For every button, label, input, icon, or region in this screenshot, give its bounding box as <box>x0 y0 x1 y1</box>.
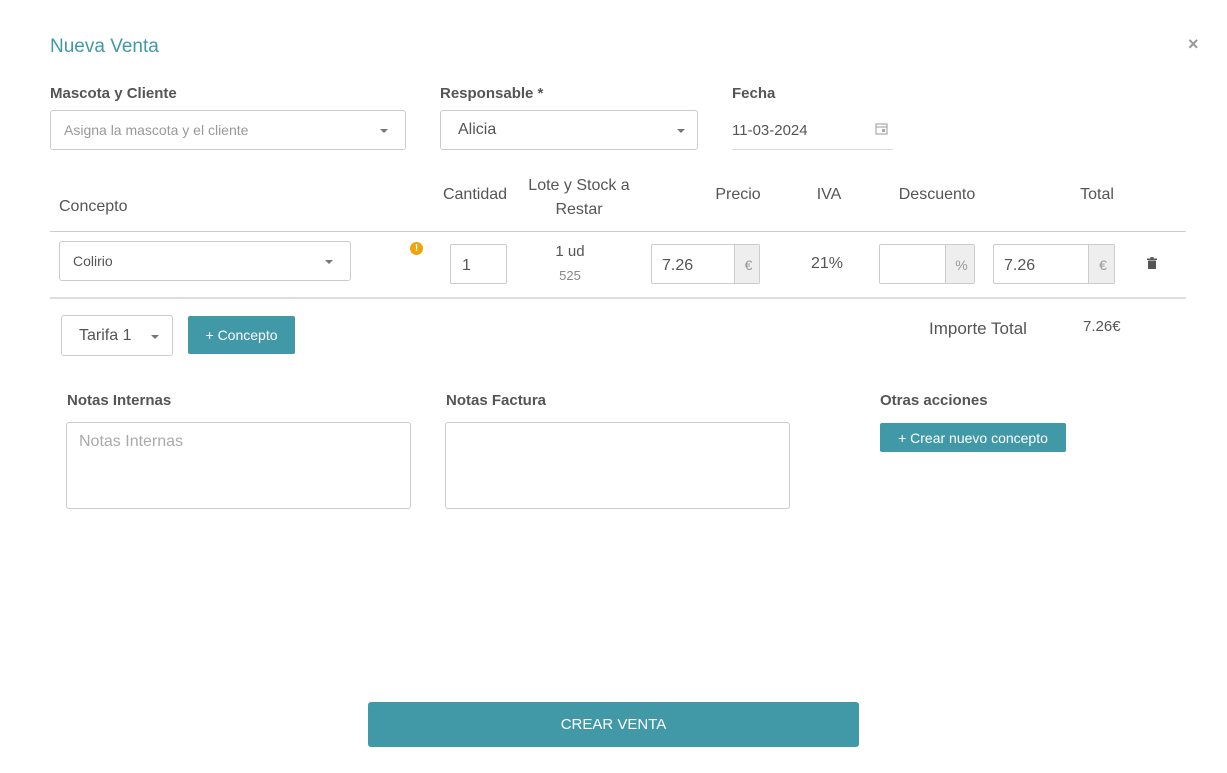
price-input[interactable]: 7.26 € <box>651 244 760 284</box>
header-vat: IVA <box>816 186 842 203</box>
chevron-down-icon <box>677 129 685 133</box>
tariff-value: Tarifa 1 <box>79 326 132 344</box>
client-placeholder: Asigna la mascota y el cliente <box>64 122 249 138</box>
price-value: 7.26 <box>662 257 694 274</box>
date-field[interactable]: 11-03-2024 <box>732 110 893 150</box>
stock-count: 525 <box>559 268 581 283</box>
tariff-select[interactable]: Tarifa 1 <box>61 315 173 356</box>
warning-icon[interactable]: ! <box>410 242 423 255</box>
modal-title: Nueva Venta <box>50 36 159 57</box>
quantity-input[interactable]: 1 <box>450 244 507 284</box>
header-total: Total <box>1080 186 1114 203</box>
total-currency: € <box>1088 245 1114 283</box>
total-input[interactable]: 7.26 € <box>993 244 1115 284</box>
chevron-down-icon <box>151 334 159 339</box>
total-value: 7.26 <box>1004 257 1036 274</box>
quantity-value: 1 <box>462 257 471 274</box>
header-lot-stock: Lote y Stock a Restar <box>528 177 630 218</box>
add-concept-button[interactable]: + Concepto <box>188 316 295 354</box>
chevron-down-icon <box>380 129 388 133</box>
chevron-down-icon <box>325 260 333 264</box>
concept-value: Colirio <box>73 253 113 269</box>
header-concept: Concepto <box>59 198 128 215</box>
vat-value: 21% <box>810 255 844 272</box>
header-discount: Descuento <box>898 186 976 203</box>
internal-notes-placeholder: Notas Internas <box>79 433 184 450</box>
header-price: Precio <box>715 186 761 203</box>
table-row-divider <box>50 297 1186 299</box>
other-actions-label: Otras acciones <box>880 392 988 409</box>
create-sale-button[interactable]: CREAR VENTA <box>368 702 859 747</box>
close-icon[interactable]: × <box>1188 34 1199 55</box>
price-currency: € <box>734 245 759 283</box>
create-concept-button[interactable]: + Crear nuevo concepto <box>880 423 1066 452</box>
discount-input[interactable]: % <box>879 244 975 284</box>
client-select[interactable]: Asigna la mascota y el cliente <box>50 110 406 150</box>
table-header-divider <box>50 231 1186 232</box>
responsible-label: Responsable * <box>440 85 544 102</box>
total-label: Importe Total <box>929 319 1027 338</box>
date-value: 11-03-2024 <box>732 122 808 139</box>
header-quantity: Cantidad <box>442 186 508 203</box>
trash-icon[interactable] <box>1147 257 1157 269</box>
responsible-value: Alicia <box>458 121 497 138</box>
concept-select[interactable]: Colirio <box>59 241 351 281</box>
responsible-select[interactable]: Alicia <box>440 110 698 150</box>
discount-unit: % <box>945 245 974 283</box>
calendar-icon[interactable] <box>875 122 888 135</box>
internal-notes-label: Notas Internas <box>67 392 172 409</box>
client-label: Mascota y Cliente <box>50 85 177 102</box>
internal-notes-textarea[interactable]: Notas Internas <box>66 422 411 509</box>
total-amount: 7.26€ <box>1083 318 1121 335</box>
invoice-notes-label: Notas Factura <box>446 392 547 409</box>
date-label: Fecha <box>732 85 776 102</box>
stock-units: 1 ud <box>555 243 585 260</box>
invoice-notes-textarea[interactable] <box>445 422 790 509</box>
